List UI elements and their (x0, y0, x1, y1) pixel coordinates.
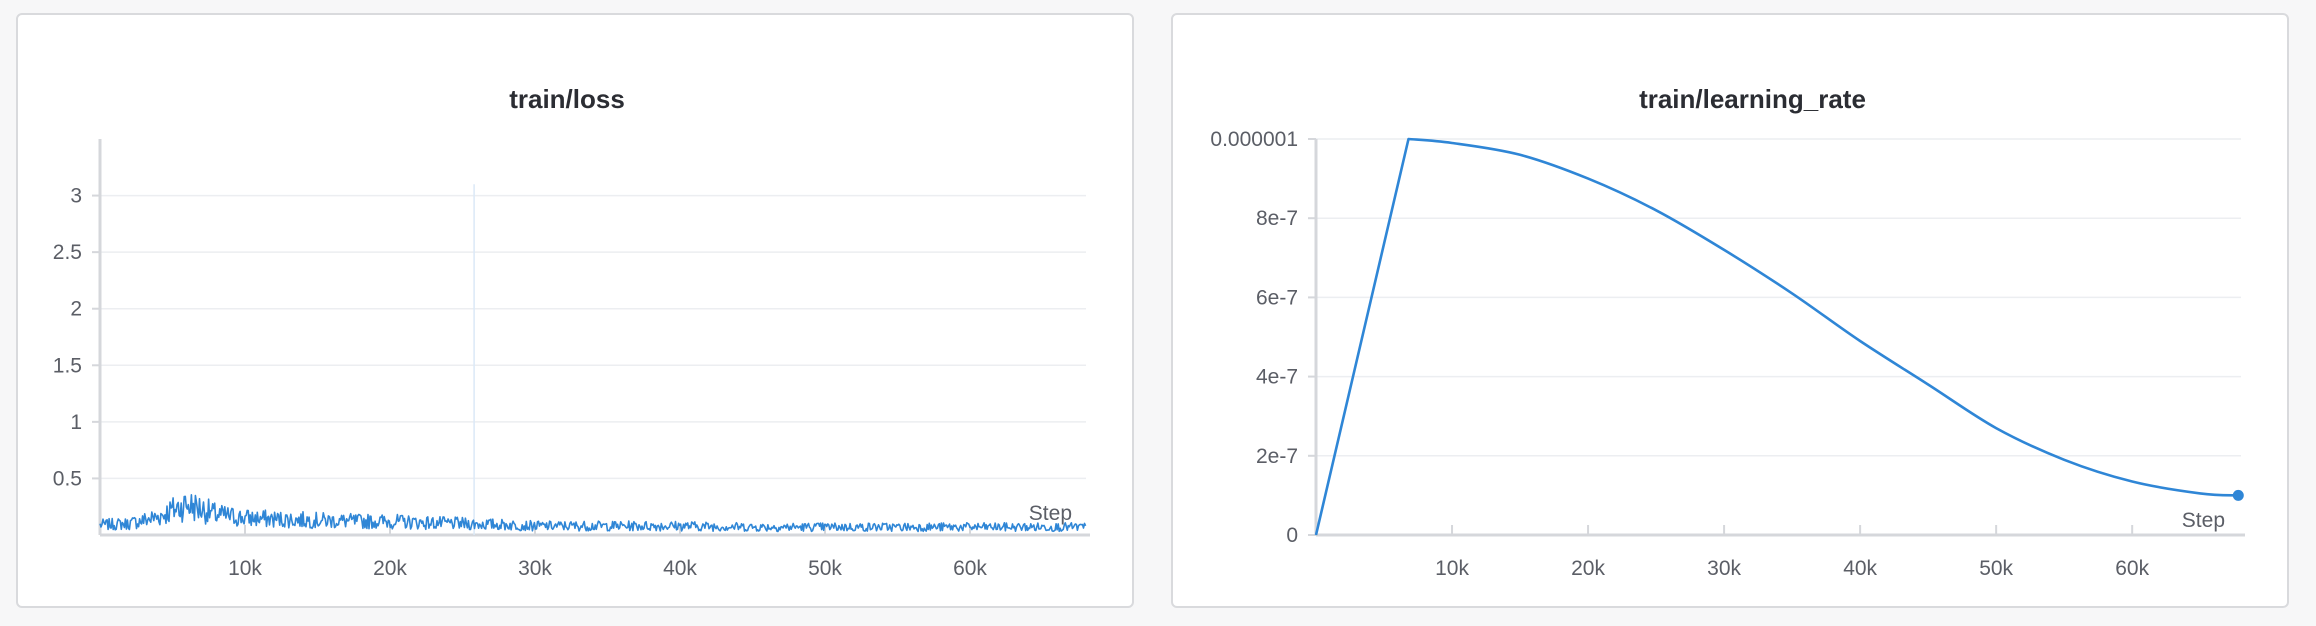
series-end-point (2232, 489, 2244, 501)
y-tick-label: 8e-7 (1256, 207, 1298, 230)
series-line (1314, 137, 2239, 536)
y-tick-label: 0.000001 (1210, 128, 1298, 151)
learning-rate-chart: train/learning_rate 0 2e-7 4e-7 6e-7 8e-7 0.00… (1210, 84, 2245, 580)
x-tick-label: 20k (1571, 557, 1605, 580)
y-tick-label: 3 (70, 185, 82, 208)
chart-title: train/loss (509, 84, 625, 114)
y-tick-label: 1.5 (53, 354, 82, 377)
x-tick-label: 30k (1707, 557, 1741, 580)
x-tick-label: 20k (373, 557, 407, 580)
x-tick-label: 10k (228, 557, 262, 580)
x-tick-label: 30k (518, 557, 552, 580)
x-tick-label: 40k (1843, 557, 1877, 580)
y-tick-label: 2 (70, 298, 82, 321)
y-tick-label: 4e-7 (1256, 366, 1298, 389)
y-tick-label: 2.5 (53, 241, 82, 264)
y-tick-label: 2e-7 (1256, 445, 1298, 468)
loss-chart-panel[interactable]: train/loss 0.5 1 1.5 2 2.5 3 10k 20k 30k 40k 50k 60k… (16, 13, 1134, 608)
x-tick-label: 40k (663, 557, 697, 580)
x-tick-label: 50k (1979, 557, 2013, 580)
learning-rate-chart-panel[interactable]: train/learning_rate 0 2e-7 4e-7 6e-7 8e-7 0.00… (1171, 13, 2289, 608)
y-tick-label: 0.5 (53, 467, 82, 490)
y-tick-label: 0 (1286, 524, 1298, 547)
x-axis-label: Step (1029, 502, 1072, 525)
y-tick-label: 1 (70, 411, 82, 434)
chart-title: train/learning_rate (1639, 84, 1866, 114)
x-axis-label: Step (2182, 509, 2225, 532)
x-tick-label: 10k (1435, 557, 1469, 580)
y-tick-label: 6e-7 (1256, 286, 1298, 309)
series-line (99, 494, 1087, 533)
loss-chart: train/loss 0.5 1 1.5 2 2.5 3 10k 20k 30k 40k 50k 60k… (53, 84, 1090, 580)
x-tick-label: 50k (808, 557, 842, 580)
x-tick-label: 60k (2115, 557, 2149, 580)
x-tick-label: 60k (953, 557, 987, 580)
